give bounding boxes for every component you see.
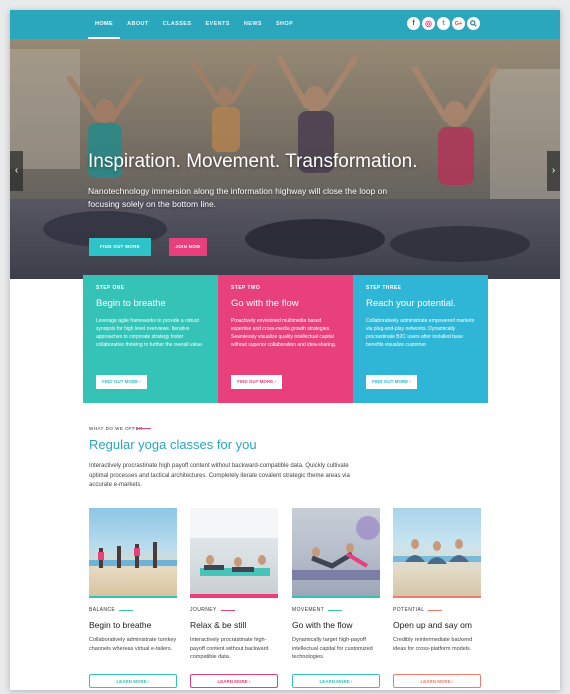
class-card-potential: POTENTIAL Open up and say om Credibly re…	[393, 508, 481, 688]
card-category: POTENTIAL	[393, 607, 481, 613]
step-card-two: STEP TWO Go with the flow Proactively en…	[218, 275, 353, 403]
card-text: Dynamically target high-payoff intellect…	[292, 637, 373, 660]
hero-banner: Inspiration. Movement. Transformation. N…	[10, 39, 560, 279]
card-category-label: JOURNEY	[190, 607, 217, 613]
hero-find-out-more-button[interactable]: FIND OUT MORE	[89, 238, 151, 256]
nav-events[interactable]: EVENTS	[198, 10, 236, 39]
nav-about[interactable]: ABOUT	[120, 10, 156, 39]
card-category-underline	[428, 609, 443, 611]
search-icon[interactable]	[467, 17, 480, 30]
step-text: Proactively envisioned multimedia based …	[231, 318, 337, 348]
card-accent-bar	[190, 596, 278, 598]
chevron-right-icon[interactable]: ›	[547, 151, 560, 191]
google-plus-icon[interactable]: G+	[452, 17, 465, 30]
card-accent-bar	[89, 596, 177, 598]
step-label: STEP ONE	[96, 285, 125, 291]
step-card-three: STEP THREE Reach your potential. Collabo…	[353, 275, 488, 403]
card-category-label: POTENTIAL	[393, 607, 425, 613]
card-category: BALANCE	[89, 607, 177, 613]
card-title: Go with the flow	[292, 620, 353, 630]
nav-classes[interactable]: CLASSES	[156, 10, 199, 39]
card-category: MOVEMENT	[292, 607, 380, 613]
hero-join-now-button[interactable]: JOIN NOW	[169, 238, 207, 256]
step-find-out-more-button[interactable]: FIND OUT MORE ›	[96, 375, 147, 389]
class-card-journey: JOURNEY Relax & be still Interactively p…	[190, 508, 278, 688]
top-navigation: HOME ABOUT CLASSES EVENTS NEWS SHOP f ◎ …	[10, 10, 560, 39]
class-card-image	[292, 508, 380, 596]
card-category-underline	[119, 609, 134, 611]
learn-more-button[interactable]: LEARN MORE ›	[89, 674, 177, 688]
chevron-left-icon[interactable]: ‹	[10, 151, 23, 191]
card-title: Relax & be still	[190, 620, 247, 630]
card-accent-bar	[393, 596, 481, 598]
class-card-image	[190, 508, 278, 596]
page-frame: HOME ABOUT CLASSES EVENTS NEWS SHOP f ◎ …	[10, 10, 560, 690]
card-category-label: MOVEMENT	[292, 607, 325, 613]
card-category-underline	[220, 609, 235, 611]
step-find-out-more-button[interactable]: FIND OUT MORE ›	[366, 375, 417, 389]
nav-shop[interactable]: SHOP	[269, 10, 300, 39]
step-title: Begin to breathe	[96, 298, 166, 309]
facebook-icon[interactable]: f	[407, 17, 420, 30]
class-card-movement: MOVEMENT Go with the flow Dynamically ta…	[292, 508, 380, 688]
step-card-one: STEP ONE Begin to breathe Leverage agile…	[83, 275, 218, 403]
step-text: Leverage agile frameworks to provide a r…	[96, 318, 204, 348]
learn-more-button[interactable]: LEARN MORE ›	[393, 674, 481, 688]
offer-underline	[137, 428, 151, 429]
learn-more-button[interactable]: LEARN MORE ›	[292, 674, 380, 688]
class-card-image	[393, 508, 481, 596]
class-card-balance: BALANCE Begin to breathe Collaboratively…	[89, 508, 177, 688]
step-title: Reach your potential.	[366, 298, 456, 309]
hero-title: Inspiration. Movement. Transformation.	[88, 151, 418, 172]
instagram-icon[interactable]: ◎	[422, 17, 435, 30]
card-category: JOURNEY	[190, 607, 278, 613]
nav-home[interactable]: HOME	[88, 10, 121, 39]
hero-subtitle: Nanotechnology immersion along the infor…	[88, 186, 388, 209]
step-find-out-more-button[interactable]: FIND OUT MORE ›	[231, 375, 282, 389]
step-text: Collaboratively administrate empowered m…	[366, 318, 475, 348]
card-title: Open up and say om	[393, 620, 472, 630]
card-text: Interactively procrastinate high-payoff …	[190, 637, 269, 660]
card-text: Credibly reintermediate backend ideas fo…	[393, 637, 473, 652]
offer-description: Interactively procrastinate high payoff …	[89, 463, 350, 488]
nav-links: HOME ABOUT CLASSES EVENTS NEWS SHOP	[88, 10, 300, 39]
offer-section-label: WHAT DO WE OFFER	[89, 426, 143, 431]
card-category-label: BALANCE	[89, 607, 116, 613]
nav-news[interactable]: NEWS	[237, 10, 269, 39]
step-label: STEP THREE	[366, 285, 402, 291]
card-title: Begin to breathe	[89, 620, 152, 630]
learn-more-button[interactable]: LEARN MORE ›	[190, 674, 278, 688]
card-accent-bar	[292, 596, 380, 598]
step-label: STEP TWO	[231, 285, 261, 291]
step-title: Go with the flow	[231, 298, 299, 309]
class-card-image	[89, 508, 177, 596]
card-category-underline	[328, 609, 343, 611]
twitter-icon[interactable]: t	[437, 17, 450, 30]
card-text: Collaboratively administrate turnkey cha…	[89, 637, 177, 652]
offer-title: Regular yoga classes for you	[89, 437, 257, 452]
